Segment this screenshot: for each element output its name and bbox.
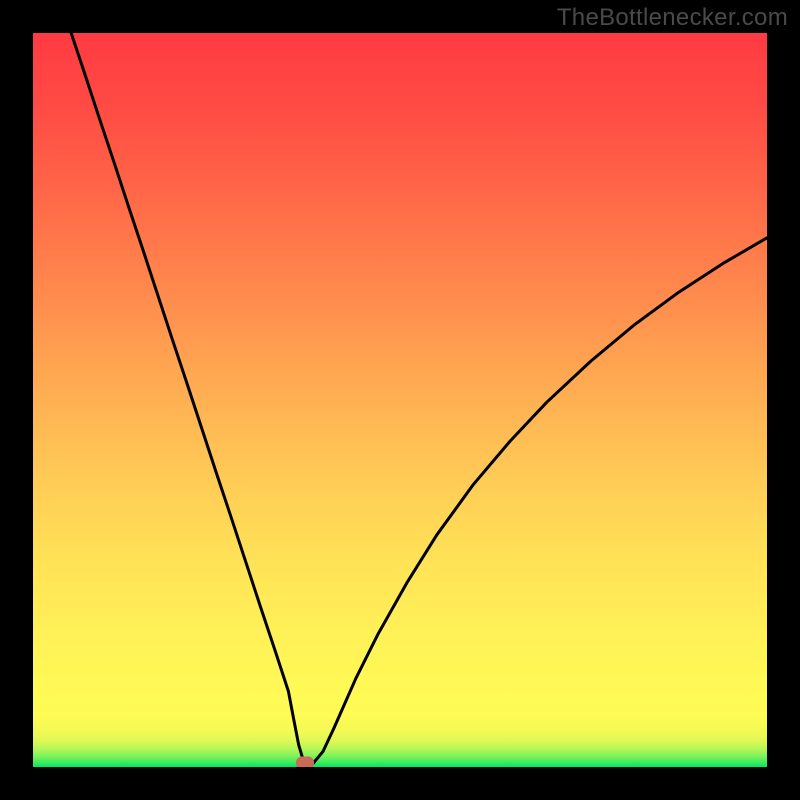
plot-area [33, 33, 767, 767]
watermark-text: TheBottlenecker.com [557, 4, 788, 32]
bottleneck-curve [71, 33, 767, 765]
curve-svg [33, 33, 767, 767]
chart-frame: TheBottlenecker.com [0, 0, 800, 800]
optimum-marker [296, 757, 314, 767]
